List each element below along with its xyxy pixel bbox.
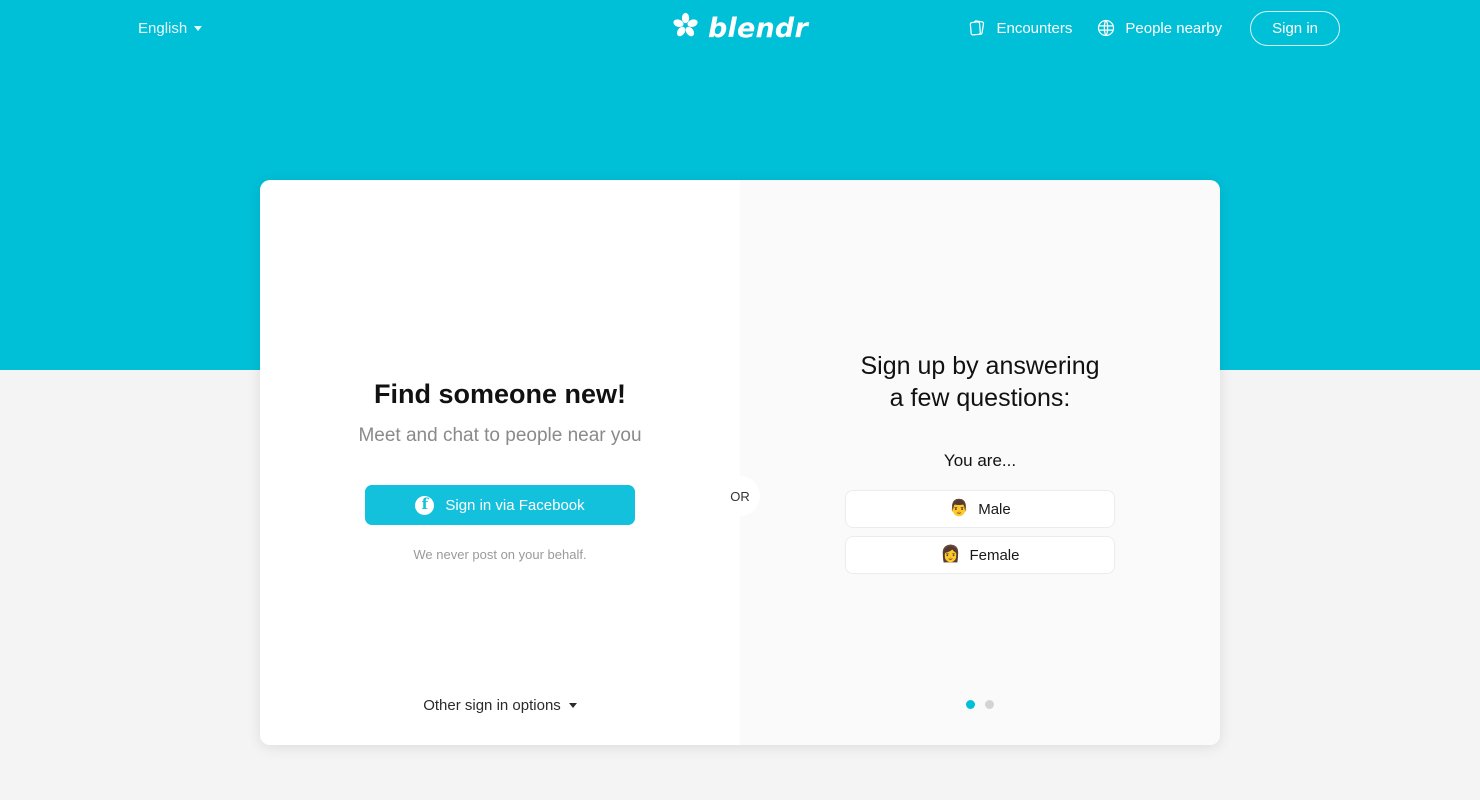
sign-up-title-line-2: a few questions:: [889, 384, 1071, 412]
page-subtitle: Meet and chat to people near you: [358, 425, 642, 447]
facebook-icon: f: [415, 495, 435, 515]
female-face-icon: 👩: [940, 546, 961, 563]
question-label: You are...: [943, 451, 1017, 470]
pagination-dot-2[interactable]: [985, 700, 994, 709]
gender-option-female[interactable]: 👩 Female: [845, 536, 1115, 574]
caret-down-icon: [568, 703, 577, 708]
sign-up-panel: Sign up by answering a few questions: Yo…: [740, 180, 1220, 745]
facebook-sign-in-label: Sign in via Facebook: [445, 496, 585, 514]
pagination-dots: [740, 700, 1220, 709]
language-selector[interactable]: English: [138, 19, 203, 37]
gender-option-male-label: Male: [978, 500, 1011, 518]
gender-choice-list: 👨 Male 👩 Female: [845, 490, 1115, 574]
stacked-cards-icon: [967, 18, 987, 38]
gender-option-female-label: Female: [969, 546, 1020, 564]
nav-item-people-nearby-label: People nearby: [1125, 19, 1223, 37]
header-nav: Encounters People nearby Sign in: [955, 10, 1340, 46]
auth-card: Find someone new! Meet and chat to peopl…: [260, 180, 1220, 745]
brand-logo[interactable]: blendr: [672, 12, 808, 44]
nav-item-people-nearby[interactable]: People nearby: [1084, 12, 1234, 44]
language-label: English: [138, 19, 188, 37]
male-face-icon: 👨: [949, 500, 970, 517]
other-sign-in-options[interactable]: Other sign in options: [260, 697, 740, 714]
or-divider-badge: OR: [720, 476, 760, 516]
chevron-down-icon: [194, 25, 203, 31]
page-title: Find someone new!: [373, 379, 627, 409]
privacy-note: We never post on your behalf.: [413, 547, 587, 563]
sign-in-panel: Find someone new! Meet and chat to peopl…: [260, 180, 740, 745]
brand-name: blendr: [708, 12, 808, 44]
nav-item-encounters-label: Encounters: [996, 19, 1073, 37]
nav-item-encounters[interactable]: Encounters: [955, 12, 1084, 44]
globe-icon: [1096, 18, 1116, 38]
pagination-dot-1[interactable]: [966, 700, 975, 709]
sign-in-button[interactable]: Sign in: [1250, 10, 1340, 46]
site-header: English blendr Encounters People nearby …: [0, 0, 1480, 56]
sign-up-title-line-1: Sign up by answering: [860, 352, 1100, 380]
sign-up-title: Sign up by answering a few questions:: [860, 350, 1099, 414]
pinwheel-flower-icon: [672, 12, 699, 44]
gender-option-male[interactable]: 👨 Male: [845, 490, 1115, 528]
facebook-sign-in-button[interactable]: f Sign in via Facebook: [365, 485, 635, 526]
other-sign-in-options-label: Other sign in options: [423, 697, 561, 714]
